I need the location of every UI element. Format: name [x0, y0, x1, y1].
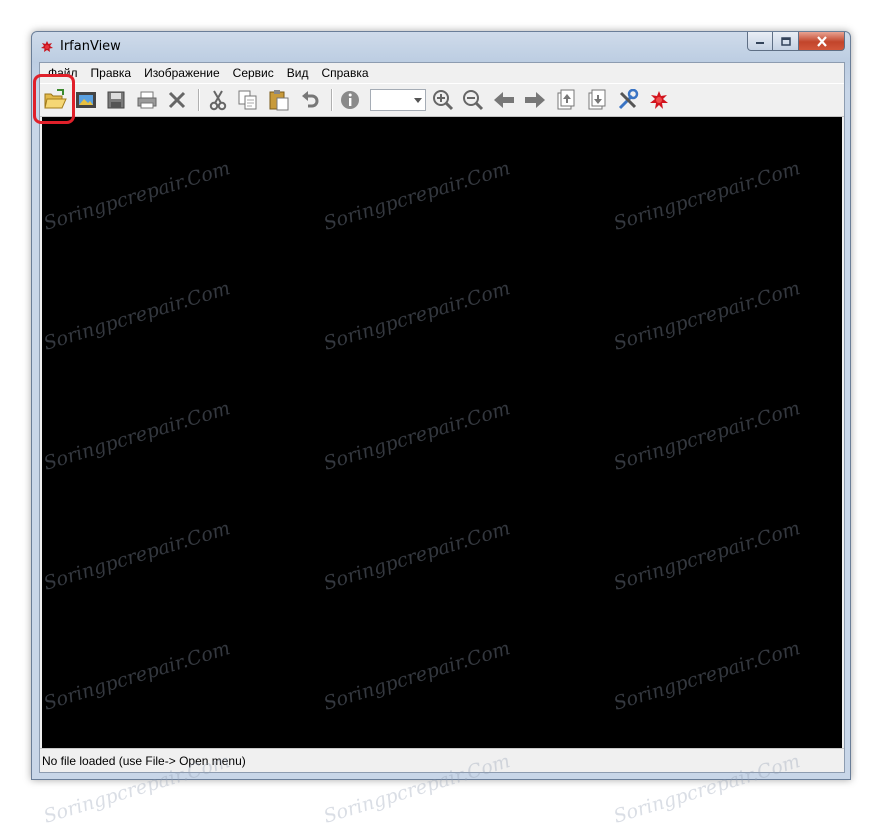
title-bar[interactable]: IrfanView: [32, 32, 850, 62]
slideshow-button[interactable]: [74, 88, 98, 112]
image-canvas[interactable]: [42, 117, 842, 749]
paste-icon: [269, 90, 289, 111]
info-icon: [341, 91, 359, 109]
undo-button[interactable]: [298, 88, 322, 112]
status-bar: No file loaded (use File-> Open menu): [40, 748, 844, 772]
minimize-icon: [756, 42, 764, 44]
next-file-button[interactable]: [523, 88, 547, 112]
menu-bar: Файл Правка Изображение Сервис Вид Справ…: [40, 63, 844, 83]
zoom-in-icon: [433, 90, 454, 111]
previous-arrow-icon: [494, 92, 514, 108]
last-file-icon: [588, 89, 606, 110]
irfanview-app-icon[interactable]: [39, 39, 55, 55]
minimize-button[interactable]: [747, 32, 773, 51]
menu-options[interactable]: Сервис: [227, 66, 281, 80]
first-file-button[interactable]: [554, 88, 578, 112]
first-file-icon: [557, 89, 575, 110]
zoom-dropdown-button[interactable]: [411, 90, 425, 110]
delete-button[interactable]: [165, 88, 189, 112]
undo-icon: [302, 91, 319, 108]
print-icon: [137, 91, 157, 109]
irfanview-window: IrfanView Файл Правка Изображение Сервис…: [31, 31, 851, 780]
status-text: No file loaded (use File-> Open menu): [42, 754, 246, 768]
toolbar-separator: [198, 89, 200, 111]
save-icon: [107, 91, 125, 109]
window-title: IrfanView: [60, 39, 121, 54]
zoom-combobox[interactable]: [370, 89, 426, 111]
menu-help[interactable]: Справка: [315, 66, 375, 80]
open-button-highlight: [33, 74, 75, 124]
caption-buttons: [747, 32, 845, 52]
about-button[interactable]: [647, 88, 671, 112]
copy-button[interactable]: [236, 88, 260, 112]
maximize-icon: [780, 36, 791, 46]
maximize-button[interactable]: [773, 32, 799, 51]
zoom-in-button[interactable]: [431, 88, 455, 112]
menu-edit[interactable]: Правка: [85, 66, 139, 80]
paste-button[interactable]: [267, 88, 291, 112]
options-tools-icon: [618, 89, 639, 110]
menu-image[interactable]: Изображение: [138, 66, 227, 80]
copy-icon: [238, 90, 257, 110]
chevron-down-icon: [414, 97, 422, 103]
previous-file-button[interactable]: [492, 88, 516, 112]
toolbar-separator: [331, 89, 333, 111]
close-icon: [816, 35, 827, 47]
slideshow-icon: [76, 92, 96, 108]
options-button[interactable]: [616, 88, 640, 112]
toolbar: [40, 83, 844, 117]
client-area: Файл Правка Изображение Сервис Вид Справ…: [39, 62, 845, 773]
cut-button[interactable]: [206, 88, 230, 112]
cut-icon: [209, 90, 227, 111]
irfanview-logo-icon: [650, 91, 668, 109]
zoom-out-icon: [463, 90, 484, 111]
last-file-button[interactable]: [585, 88, 609, 112]
close-button[interactable]: [799, 32, 845, 51]
info-button[interactable]: [338, 88, 362, 112]
next-arrow-icon: [525, 92, 545, 108]
menu-view[interactable]: Вид: [281, 66, 316, 80]
zoom-out-button[interactable]: [461, 88, 485, 112]
save-button[interactable]: [104, 88, 128, 112]
print-button[interactable]: [135, 88, 159, 112]
delete-icon: [168, 91, 186, 109]
